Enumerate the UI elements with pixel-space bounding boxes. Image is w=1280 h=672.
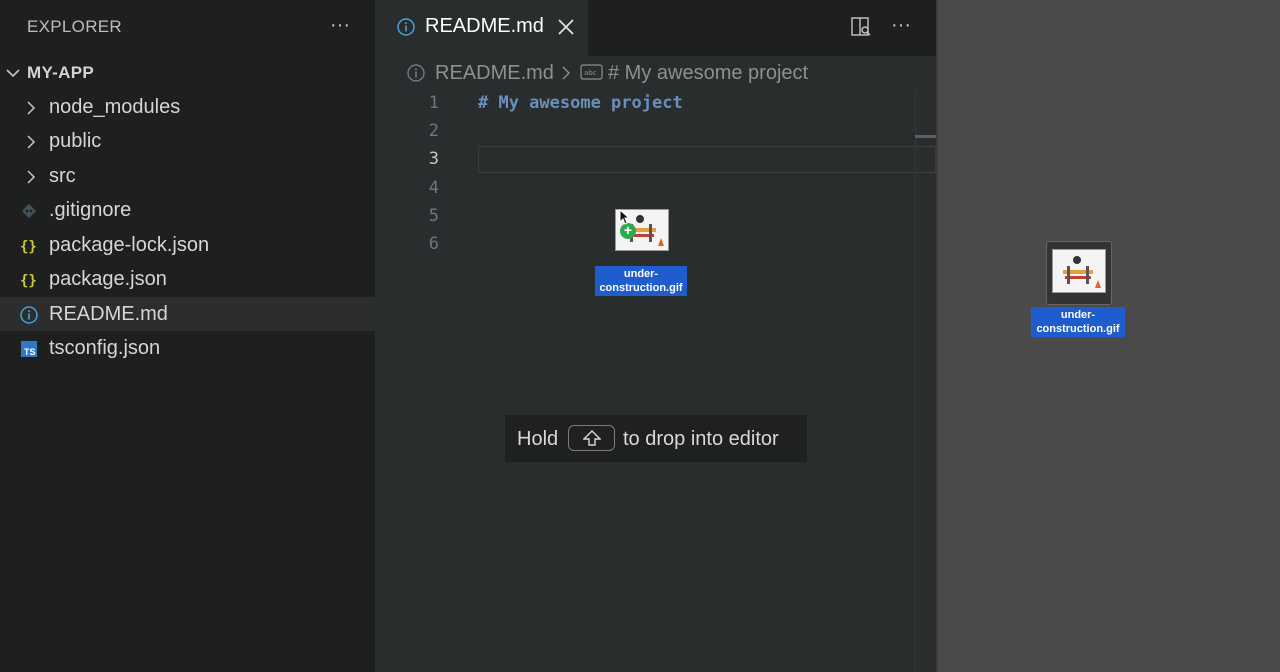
line-number-active: 3 bbox=[428, 149, 439, 169]
chevron-right-icon bbox=[27, 101, 36, 115]
tree-item-label: package.json bbox=[49, 268, 167, 290]
git-file-icon bbox=[21, 203, 37, 219]
drag-file-name: under- construction.gif bbox=[595, 266, 687, 296]
tab-bar: README.md ··· bbox=[375, 0, 936, 56]
tree-item-label: tsconfig.json bbox=[49, 337, 161, 359]
code-line[interactable]: # My awesome project bbox=[478, 93, 683, 113]
close-icon[interactable] bbox=[555, 15, 577, 39]
tree-item-label: package-lock.json bbox=[49, 234, 210, 256]
line-number: 4 bbox=[428, 178, 439, 198]
shift-key-icon bbox=[568, 425, 615, 451]
file-name-line: under- bbox=[1060, 309, 1096, 321]
mouse-cursor-icon bbox=[619, 209, 631, 225]
breadcrumb-file[interactable]: README.md bbox=[435, 62, 554, 85]
tree-item-public[interactable]: public bbox=[0, 124, 375, 158]
svg-text:{}: {} bbox=[20, 239, 37, 255]
tab-label: README.md bbox=[425, 15, 544, 37]
hint-suffix: to drop into editor bbox=[623, 428, 779, 450]
svg-text:TS: TS bbox=[24, 347, 36, 357]
breadcrumb-symbol[interactable]: # My awesome project bbox=[608, 62, 808, 85]
chevron-right-icon bbox=[27, 170, 36, 184]
file-name-line: under- bbox=[623, 268, 659, 280]
tree-item-label: public bbox=[49, 130, 102, 152]
current-line-highlight bbox=[478, 146, 936, 173]
explorer-title: EXPLORER bbox=[27, 17, 122, 36]
tab-readme-md[interactable]: README.md bbox=[375, 0, 588, 56]
explorer-sidebar: EXPLORER ··· MY-APP node_modules public … bbox=[0, 0, 375, 672]
workspace-folder-label: MY-APP bbox=[27, 63, 94, 82]
tree-item-label: src bbox=[49, 165, 76, 187]
tree-item-tsconfig-json[interactable]: TS tsconfig.json bbox=[0, 331, 375, 365]
line-number: 6 bbox=[428, 234, 439, 254]
drag-preview-editor: + under- construction.gif bbox=[595, 209, 694, 299]
info-icon bbox=[397, 18, 415, 36]
line-number: 1 bbox=[428, 93, 439, 113]
hint-prefix: Hold bbox=[517, 428, 559, 450]
minimap[interactable] bbox=[915, 90, 937, 672]
editor-group: README.md ··· README.md abc # My awesome… bbox=[375, 0, 936, 672]
chevron-down-icon bbox=[6, 69, 20, 78]
minimap-slider[interactable] bbox=[915, 135, 936, 138]
file-name-line: construction.gif bbox=[1036, 323, 1120, 335]
workspace-folder-header[interactable]: MY-APP bbox=[0, 56, 375, 90]
json-file-icon: {} bbox=[20, 239, 37, 255]
add-copy-badge-icon: + bbox=[620, 223, 636, 239]
symbol-string-icon: abc bbox=[580, 64, 603, 80]
breadcrumb: README.md abc # My awesome project bbox=[375, 56, 936, 90]
ellipsis-icon[interactable]: ··· bbox=[326, 12, 354, 40]
chevron-right-icon bbox=[27, 135, 36, 149]
tree-item-src[interactable]: src bbox=[0, 159, 375, 193]
line-number: 5 bbox=[428, 206, 439, 226]
file-name-line: construction.gif bbox=[599, 282, 683, 294]
tree-item-label: README.md bbox=[49, 303, 168, 325]
info-icon bbox=[407, 64, 425, 82]
info-icon bbox=[20, 306, 38, 324]
tree-item-package-lock-json[interactable]: {} package-lock.json bbox=[0, 228, 375, 262]
svg-text:abc: abc bbox=[584, 69, 597, 77]
tree-item-readme-md[interactable]: README.md bbox=[0, 297, 375, 331]
json-file-icon: {} bbox=[20, 273, 37, 289]
tree-item-label: node_modules bbox=[49, 96, 181, 118]
desktop-file-name: under- construction.gif bbox=[1031, 307, 1125, 337]
image-file-thumbnail-icon bbox=[1052, 249, 1106, 293]
svg-text:{}: {} bbox=[20, 273, 37, 289]
drop-into-editor-hint: Hold to drop into editor bbox=[505, 415, 807, 462]
line-number: 2 bbox=[428, 121, 439, 141]
open-preview-to-side-icon[interactable] bbox=[850, 16, 872, 38]
ellipsis-icon[interactable]: ··· bbox=[887, 12, 915, 40]
tree-item-gitignore[interactable]: .gitignore bbox=[0, 193, 375, 227]
tree-item-node-modules[interactable]: node_modules bbox=[0, 90, 375, 124]
chevron-right-icon bbox=[562, 66, 570, 80]
tree-item-package-json[interactable]: {} package.json bbox=[0, 262, 375, 296]
explorer-header: EXPLORER ··· bbox=[0, 0, 375, 56]
tree-item-label: .gitignore bbox=[49, 199, 132, 221]
desktop-file-icon[interactable]: under- construction.gif bbox=[1031, 241, 1127, 339]
ts-file-icon: TS bbox=[21, 341, 37, 357]
